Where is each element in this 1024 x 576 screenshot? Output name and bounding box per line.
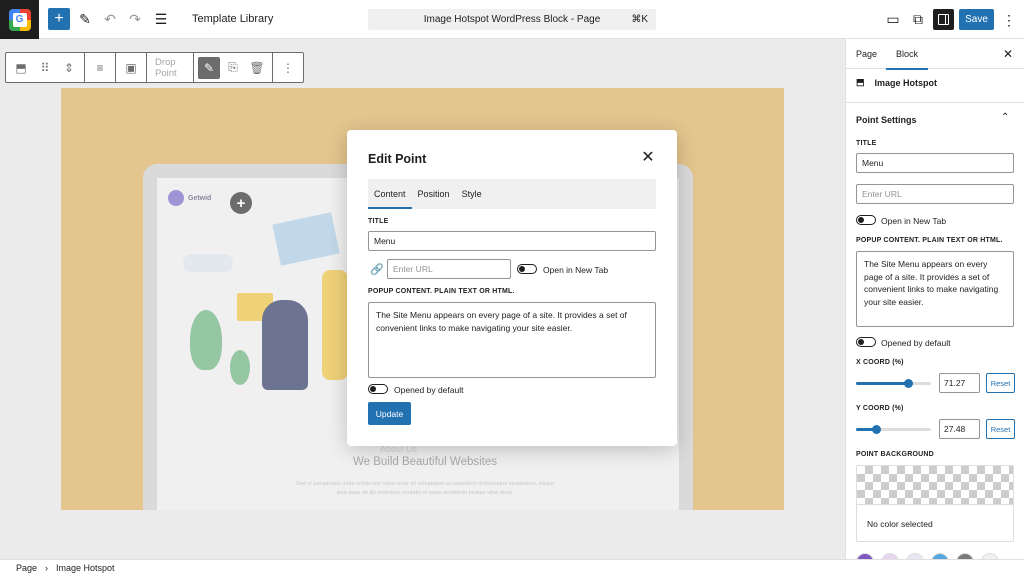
chevron-up-icon[interactable]: ⌃ [1001,112,1009,123]
point-background-label: POINT BACKGROUND [856,451,934,458]
breadcrumb-image-hotspot[interactable]: Image Hotspot [56,563,115,573]
breadcrumb: Page › Image Hotspot [0,559,1024,576]
redo-icon[interactable]: ↷ [124,8,146,30]
document-overview-icon[interactable]: ☰ [150,8,172,30]
edit-point-modal: Edit Point ✕ Content Position Style TITL… [347,130,677,446]
template-library-link[interactable]: Template Library [192,13,273,25]
add-block-button[interactable]: + [48,8,70,30]
breadcrumb-page[interactable]: Page [16,563,37,573]
desktop-preview-icon[interactable]: ▭ [882,8,904,30]
y-coord-input[interactable]: 27.48 [939,419,980,439]
x-coord-input[interactable]: 71.27 [939,373,980,393]
update-button[interactable]: Update [368,402,411,425]
y-slider-thumb[interactable] [872,425,881,434]
x-slider-thumb[interactable] [904,379,913,388]
edit-tool-icon[interactable]: ✎ [74,8,96,30]
no-color-text: No color selected [857,504,1013,541]
block-card: ⬒ Image Hotspot [856,77,938,88]
sidebar-tabs: Page Block ✕ [846,39,1024,70]
title-field[interactable]: Menu [368,231,656,251]
popup-label: POPUP CONTENT. PLAIN TEXT OR HTML. [368,288,515,295]
new-tab-toggle[interactable] [517,264,537,274]
title-label: TITLE [368,218,389,225]
x-coord-label: X COORD (%) [856,359,904,366]
getwid-logo-icon: G [8,8,31,31]
x-reset-button[interactable]: Reset [986,373,1015,393]
new-tab-label: Open in New Tab [543,265,609,275]
modal-title: Edit Point [368,152,427,166]
save-button[interactable]: Save [959,9,994,30]
link-icon: 🔗 [370,264,384,276]
y-coord-label: Y COORD (%) [856,405,904,412]
undo-icon[interactable]: ↶ [99,8,121,30]
opened-default-toggle[interactable] [368,384,388,394]
divider [846,102,1024,103]
color-preview[interactable]: No color selected [856,465,1014,542]
opened-default-label: Opened by default [394,385,464,395]
more-options-icon[interactable]: ⋮ [998,9,1020,31]
modal-tab-bar: Content Position Style [368,179,656,209]
transparent-checker [857,466,1013,504]
sidebar-new-tab-label: Open in New Tab [881,216,947,226]
sidebar-opened-default-toggle[interactable] [856,337,876,347]
tab-content[interactable]: Content [368,179,412,209]
tab-block[interactable]: Block [885,39,929,70]
popup-content-textarea[interactable]: The Site Menu appears on every page of a… [368,302,656,378]
tab-style[interactable]: Style [456,179,488,209]
hotspot-block-icon: ⬒ [856,77,865,87]
point-settings-panel-toggle[interactable]: Point Settings [856,115,917,125]
sidebar-url-field[interactable]: Enter URL [856,184,1014,204]
sidebar-title-field[interactable]: Menu [856,153,1014,173]
document-title: Image Hotspot WordPress Block - Page [423,14,601,25]
settings-sidebar: Page Block ✕ ⬒ Image Hotspot Point Setti… [845,39,1024,571]
tab-page[interactable]: Page [856,39,877,69]
close-icon[interactable]: ✕ [639,148,657,166]
sidebar-popup-textarea[interactable]: The Site Menu appears on every page of a… [856,251,1014,327]
sidebar-icon [938,14,949,25]
close-sidebar-icon[interactable]: ✕ [1003,47,1013,61]
sidebar-popup-label: POPUP CONTENT. PLAIN TEXT OR HTML. [856,237,1003,244]
y-coord-slider[interactable] [856,425,931,434]
command-palette-bar[interactable]: Image Hotspot WordPress Block - Page ⌘K [368,9,656,30]
url-field[interactable]: Enter URL [387,259,511,279]
breadcrumb-separator: › [45,563,49,573]
x-coord-slider[interactable] [856,379,931,388]
sidebar-opened-default-label: Opened by default [881,338,951,348]
settings-sidebar-toggle[interactable] [933,9,954,30]
top-toolbar: G + ✎ ↶ ↷ ☰ Template Library Image Hotsp… [0,0,1024,39]
sidebar-new-tab-toggle[interactable] [856,215,876,225]
view-page-icon[interactable]: ⧉ [907,8,929,30]
sidebar-title-label: TITLE [856,140,877,147]
y-reset-button[interactable]: Reset [986,419,1015,439]
shortcut-hint: ⌘K [631,14,648,25]
site-logo-button[interactable]: G [0,0,39,39]
tab-position[interactable]: Position [412,179,456,209]
